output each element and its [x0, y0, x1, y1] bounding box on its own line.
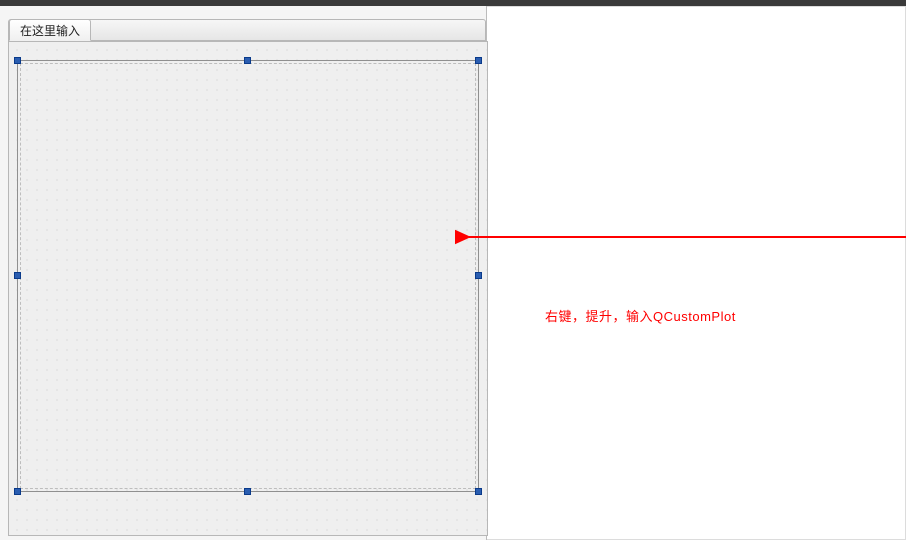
widget-inner-border	[20, 63, 476, 489]
annotation-text: 右键，提升，输入QCustomPlot	[545, 306, 736, 325]
resize-handle-top-right[interactable]	[475, 57, 482, 64]
resize-handle-bottom-right[interactable]	[475, 488, 482, 495]
annotation-arrow	[455, 225, 906, 255]
resize-handle-bottom-center[interactable]	[244, 488, 251, 495]
tab-input-here[interactable]: 在这里输入	[9, 19, 91, 41]
annotation-text-content: 右键，提升，输入QCustomPlot	[545, 309, 736, 324]
resize-handle-bottom-left[interactable]	[14, 488, 21, 495]
resize-handle-top-center[interactable]	[244, 57, 251, 64]
tabwidget-tabbar[interactable]: 在这里输入	[8, 19, 486, 41]
qt-designer-canvas[interactable]: 在这里输入	[0, 6, 487, 540]
resize-handle-middle-right[interactable]	[475, 272, 482, 279]
resize-handle-middle-left[interactable]	[14, 272, 21, 279]
selected-widget[interactable]	[17, 60, 479, 492]
form-canvas[interactable]	[8, 41, 488, 536]
tab-label: 在这里输入	[20, 24, 80, 38]
resize-handle-top-left[interactable]	[14, 57, 21, 64]
